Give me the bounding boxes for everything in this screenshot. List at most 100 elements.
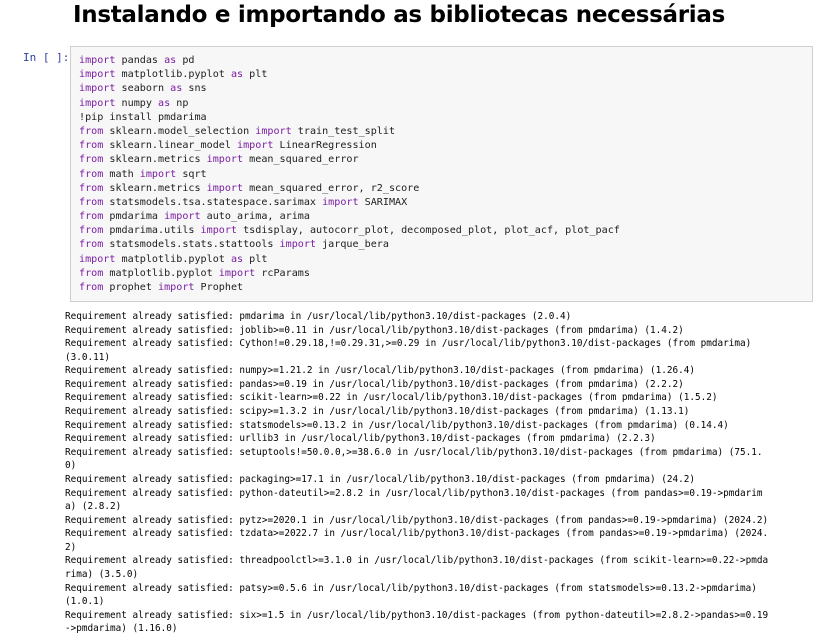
code-text: sklearn.model_selection: [103, 125, 256, 137]
code-text: matplotlib.pyplot: [115, 253, 231, 265]
code-keyword: from: [79, 182, 104, 194]
code-keyword: from: [79, 211, 104, 223]
code-text: statsmodels.stats.stattools: [103, 239, 280, 251]
code-keyword: import: [218, 267, 256, 279]
output-line: Requirement already satisfied: numpy>=1.…: [65, 365, 696, 377]
cell-prompt: In [ ]:: [23, 51, 70, 64]
code-keyword: import: [79, 97, 116, 109]
code-keyword: from: [79, 239, 104, 251]
code-text: seaborn: [115, 83, 171, 95]
output-line: Requirement already satisfied: pandas>=0…: [65, 378, 684, 390]
code-keyword: from: [79, 196, 104, 208]
section-heading: Instalando e importando as bibliotecas n…: [73, 2, 726, 28]
code-keyword: from: [79, 267, 104, 279]
code-line: from matplotlib.pyplot import rcParams: [79, 267, 620, 281]
code-keyword: as: [170, 83, 183, 95]
code-text: sqrt: [176, 168, 207, 180]
code-keyword: import: [237, 140, 274, 152]
code-text: jarque_bera: [316, 239, 389, 251]
code-keyword: from: [79, 282, 104, 293]
code-keyword: import: [79, 55, 116, 66]
code-keyword: import: [200, 225, 238, 237]
code-text: prophet: [103, 282, 159, 293]
code-text: pmdarima: [103, 211, 165, 223]
output-line: Requirement already satisfied: scikit-le…: [65, 392, 718, 404]
code-keyword: import: [322, 196, 359, 208]
code-text: plt: [243, 253, 268, 265]
output-line: Requirement already satisfied: joblib>=0…: [65, 324, 684, 336]
output-line: Requirement already satisfied: statsmode…: [65, 419, 729, 431]
code-line: from prophet import Prophet: [79, 281, 620, 295]
code-text: mean_squared_error, r2_score: [243, 182, 420, 194]
code-keyword: import: [139, 168, 177, 180]
code-line: from pmdarima.utils import tsdisplay, au…: [79, 224, 620, 238]
code-line: from statsmodels.stats.stattools import …: [79, 238, 620, 252]
code-text: pd: [176, 55, 195, 66]
code-text: sklearn.metrics: [103, 182, 207, 194]
code-keyword: as: [230, 253, 244, 265]
code-line: from sklearn.model_selection import trai…: [79, 125, 620, 139]
code-line: import numpy as np: [79, 97, 620, 111]
output-line: 0): [65, 460, 77, 472]
code-text: plt: [243, 69, 268, 81]
output-line: ->pmdarima) (1.16.0): [65, 623, 178, 635]
code-keyword: as: [230, 69, 244, 81]
code-line: import seaborn as sns: [79, 82, 620, 96]
code-text: mean_squared_error: [243, 154, 359, 166]
code-text: numpy: [115, 97, 159, 109]
code-text: sns: [182, 83, 207, 95]
code-text: np: [170, 97, 189, 109]
code-editor[interactable]: import pandas as pd import matplotlib.pyp…: [79, 54, 620, 295]
code-keyword: from: [79, 168, 104, 180]
code-text: SARIMAX: [358, 196, 408, 208]
output-line: Requirement already satisfied: pytz>=202…: [65, 514, 769, 526]
code-text: statsmodels.tsa.statespace.sarimax: [103, 196, 323, 208]
code-keyword: from: [79, 225, 104, 237]
code-line: from pmdarima import auto_arima, arima: [79, 210, 620, 224]
code-text: Prophet: [194, 282, 244, 293]
code-text: matplotlib.pyplot: [103, 267, 219, 279]
output-line: a) (2.8.2): [65, 501, 122, 513]
output-line: Requirement already satisfied: tzdata>=2…: [65, 528, 769, 540]
code-text: !pip install pmdarima: [79, 111, 207, 123]
code-line: import pandas as pd: [79, 54, 620, 68]
code-keyword: import: [255, 125, 292, 137]
code-line: from sklearn.linear_model import LinearR…: [79, 139, 620, 153]
output-line: Requirement already satisfied: urllib3 i…: [65, 433, 656, 445]
output-line: rima) (3.5.0): [65, 568, 139, 580]
code-keyword: import: [158, 282, 195, 293]
output-line: Requirement already satisfied: six>=1.5 …: [65, 609, 769, 621]
code-keyword: import: [79, 253, 116, 265]
code-keyword: import: [279, 239, 317, 251]
code-line: from math import sqrt: [79, 168, 620, 182]
code-text: tsdisplay, autocorr_plot, decomposed_plo…: [237, 225, 620, 237]
code-line: !pip install pmdarima: [79, 111, 620, 125]
code-keyword: import: [206, 154, 244, 166]
code-text: rcParams: [255, 267, 310, 279]
code-keyword: import: [79, 83, 116, 95]
code-keyword: as: [158, 97, 171, 109]
code-text: math: [103, 168, 140, 180]
output-line: (3.0.11): [65, 351, 111, 363]
output-line: Requirement already satisfied: scipy>=1.…: [65, 406, 690, 418]
code-text: sklearn.linear_model: [103, 140, 238, 152]
code-keyword: as: [164, 55, 177, 66]
output-line: Requirement already satisfied: pmdarima …: [65, 311, 572, 322]
cell-output: Requirement already satisfied: pmdarima …: [65, 310, 815, 636]
output-line: Requirement already satisfied: Cython!=0…: [65, 338, 752, 350]
code-text: LinearRegression: [273, 140, 377, 152]
output-line: Requirement already satisfied: python-da…: [65, 487, 763, 499]
code-keyword: from: [79, 154, 104, 166]
code-text: pandas: [115, 55, 165, 66]
code-text: pmdarima.utils: [103, 225, 201, 237]
output-line: Requirement already satisfied: setuptool…: [65, 446, 763, 458]
code-keyword: import: [79, 69, 116, 81]
output-line: (1.0.1): [65, 596, 105, 608]
output-line: Requirement already satisfied: threadpoo…: [65, 555, 769, 567]
code-keyword: from: [79, 140, 104, 152]
code-line: import matplotlib.pyplot as plt: [79, 68, 620, 82]
code-keyword: import: [206, 182, 244, 194]
code-text: matplotlib.pyplot: [115, 69, 231, 81]
code-line: from sklearn.metrics import mean_squared…: [79, 153, 620, 167]
code-text: sklearn.metrics: [103, 154, 207, 166]
